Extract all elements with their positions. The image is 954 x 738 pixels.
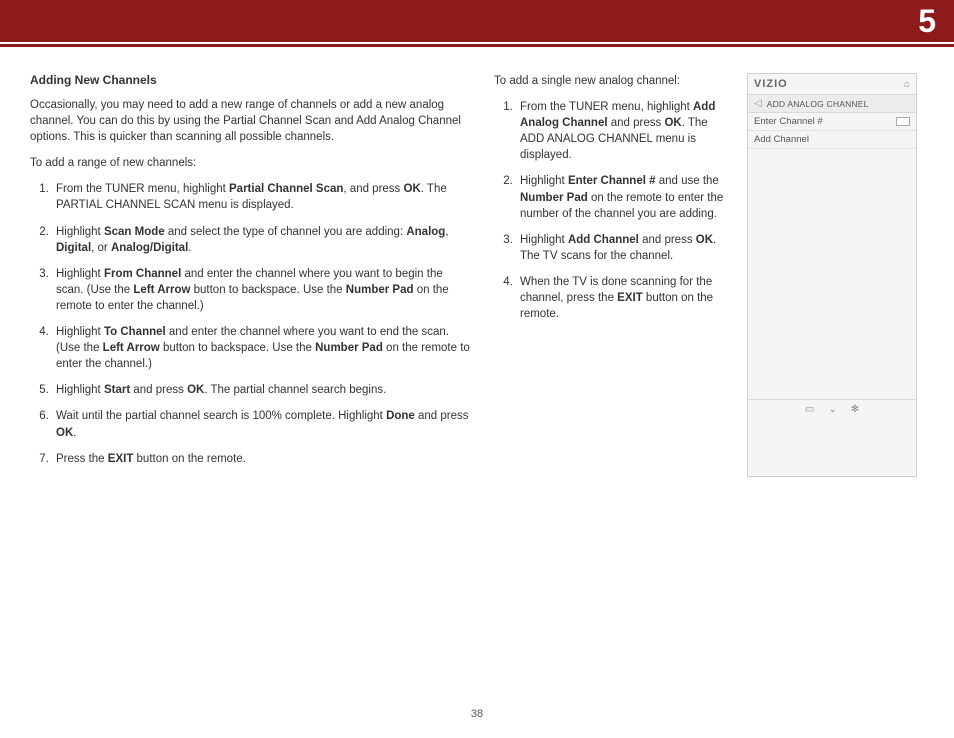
steps-list-right: From the TUNER menu, highlight Add Analo…	[494, 99, 729, 322]
menu-footer: ▭ ⌄ ✻	[748, 399, 916, 419]
intro-paragraph: Occasionally, you may need to add a new …	[30, 97, 470, 145]
menu-screenshot: VIZIO ⌂ ◁ ADD ANALOG CHANNEL Enter Chann…	[747, 73, 917, 477]
menu-body-empty	[748, 149, 916, 399]
rstep-3: Highlight Add Channel and press OK. The …	[516, 232, 729, 264]
channel-input-box	[896, 117, 910, 126]
step-3: Highlight From Channel and enter the cha…	[52, 266, 470, 314]
gear-icon: ✻	[851, 404, 859, 415]
menu-row-enter-channel: Enter Channel #	[748, 113, 916, 131]
step-1: From the TUNER menu, highlight Partial C…	[52, 181, 470, 213]
menu-row-label: Add Channel	[754, 134, 809, 145]
step-6: Wait until the partial channel search is…	[52, 408, 470, 440]
steps-list-left: From the TUNER menu, highlight Partial C…	[30, 181, 470, 466]
page-number: 38	[471, 708, 483, 720]
rstep-1: From the TUNER menu, highlight Add Analo…	[516, 99, 729, 163]
wide-icon: ▭	[805, 404, 814, 415]
right-lead: To add a single new analog channel:	[494, 73, 729, 89]
rstep-2: Highlight Enter Channel # and use the Nu…	[516, 173, 729, 221]
left-column: Adding New Channels Occasionally, you ma…	[30, 73, 470, 477]
step-4: Highlight To Channel and enter the chann…	[52, 324, 470, 372]
step-2: Highlight Scan Mode and select the type …	[52, 224, 470, 256]
header-band: 5	[0, 0, 954, 42]
back-icon: ◁	[754, 98, 762, 109]
home-icon: ⌂	[904, 79, 910, 90]
right-column: To add a single new analog channel: From…	[494, 73, 729, 477]
brand-label: VIZIO	[754, 78, 788, 90]
step-5: Highlight Start and press OK. The partia…	[52, 382, 470, 398]
rstep-4: When the TV is done scanning for the cha…	[516, 274, 729, 322]
menu-header: VIZIO ⌂	[748, 74, 916, 95]
chevron-down-icon: ⌄	[828, 404, 836, 415]
lead-paragraph: To add a range of new channels:	[30, 155, 470, 171]
section-number: 5	[918, 0, 936, 42]
step-7: Press the EXIT button on the remote.	[52, 451, 470, 467]
menu-row-label: Enter Channel #	[754, 116, 823, 127]
menu-breadcrumb: ◁ ADD ANALOG CHANNEL	[748, 95, 916, 113]
section-title: Adding New Channels	[30, 73, 470, 87]
breadcrumb-label: ADD ANALOG CHANNEL	[767, 99, 869, 109]
menu-row-add-channel: Add Channel	[748, 131, 916, 149]
